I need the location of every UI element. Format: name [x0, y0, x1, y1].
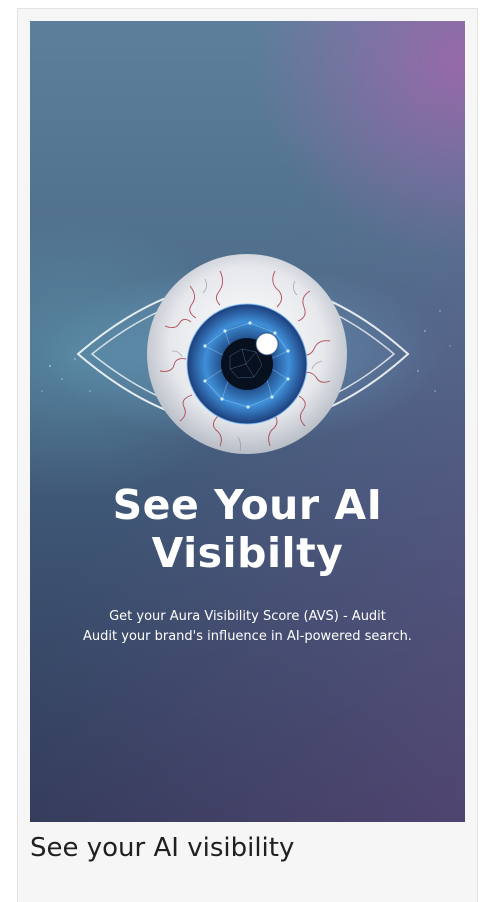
headline-line-1: See Your AI — [112, 481, 383, 529]
image-card[interactable]: See Your AI Visibilty Get your Aura Visi… — [17, 8, 478, 902]
hero-poster: See Your AI Visibilty Get your Aura Visi… — [30, 21, 465, 822]
subtitle-line-2: Audit your brand's influence in AI-power… — [83, 629, 412, 644]
image-caption: See your AI visibility — [30, 833, 295, 863]
subtitle-line-1: Get your Aura Visibility Score (AVS) - A… — [109, 609, 386, 624]
eye-icon — [41, 254, 451, 454]
headline-line-2: Visibilty — [151, 529, 344, 577]
